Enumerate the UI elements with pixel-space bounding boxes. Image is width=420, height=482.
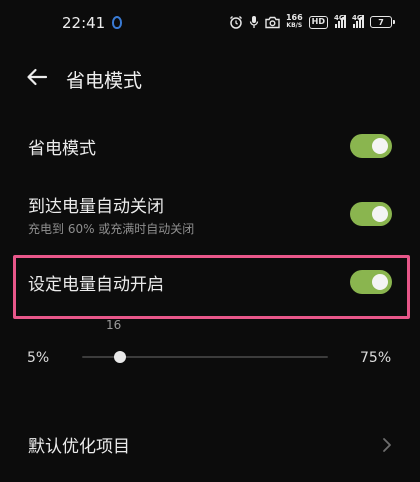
auto-close-row[interactable]: 到达电量自动关闭 充电到 60% 或充满时自动关闭 (0, 190, 420, 242)
power-saving-mode-label: 省电模式 (28, 139, 96, 159)
auto-open-row[interactable]: 设定电量自动开启 (0, 268, 420, 304)
network-speed-indicator: 166 KB/S (286, 14, 303, 30)
battery-icon: 7 (370, 16, 395, 28)
mic-icon (249, 15, 259, 29)
page-title: 省电模式 (66, 70, 143, 92)
toggle-knob (372, 274, 388, 290)
app-notification-icon (112, 16, 122, 29)
back-arrow-icon (27, 68, 48, 86)
default-optimization-label: 默认优化项目 (28, 437, 130, 457)
status-bar: 22:41 166 KB/S HD 4G 4G 7 (0, 0, 420, 46)
power-saving-mode-row[interactable]: 省电模式 (0, 128, 420, 168)
status-icons: 166 KB/S HD 4G 4G 7 (229, 12, 395, 32)
status-time: 22:41 (62, 14, 106, 32)
slider-min-label: 5% (27, 350, 50, 366)
hd-badge: HD (308, 15, 328, 29)
alarm-icon (229, 15, 243, 29)
speed-value: 166 (285, 13, 303, 22)
chevron-right-icon (382, 437, 392, 453)
power-saving-screen: 22:41 166 KB/S HD 4G 4G 7 省电模式 省电模式 到达电量… (0, 0, 420, 482)
toggle-knob (372, 206, 388, 222)
auto-open-label: 设定电量自动开启 (28, 275, 164, 295)
back-button[interactable] (24, 64, 50, 90)
signal-icon: 4G (352, 14, 364, 30)
speed-unit: KB/S (286, 22, 303, 29)
signal-icon: 4G (334, 14, 346, 30)
slider-max-label: 75% (360, 350, 392, 366)
toggle-knob (372, 138, 388, 154)
battery-level: 7 (378, 17, 384, 27)
auto-close-toggle[interactable] (350, 202, 392, 226)
default-optimization-row[interactable]: 默认优化项目 (0, 428, 420, 464)
power-saving-mode-toggle[interactable] (350, 134, 392, 158)
slider-value-label: 16 (106, 318, 122, 332)
auto-open-toggle[interactable] (350, 270, 392, 294)
auto-close-sublabel: 充电到 60% 或充满时自动关闭 (28, 222, 195, 236)
threshold-slider-thumb[interactable] (114, 351, 126, 363)
auto-close-label: 到达电量自动关闭 (28, 197, 164, 217)
page-header: 省电模式 (0, 58, 420, 98)
camera-icon (265, 16, 280, 29)
